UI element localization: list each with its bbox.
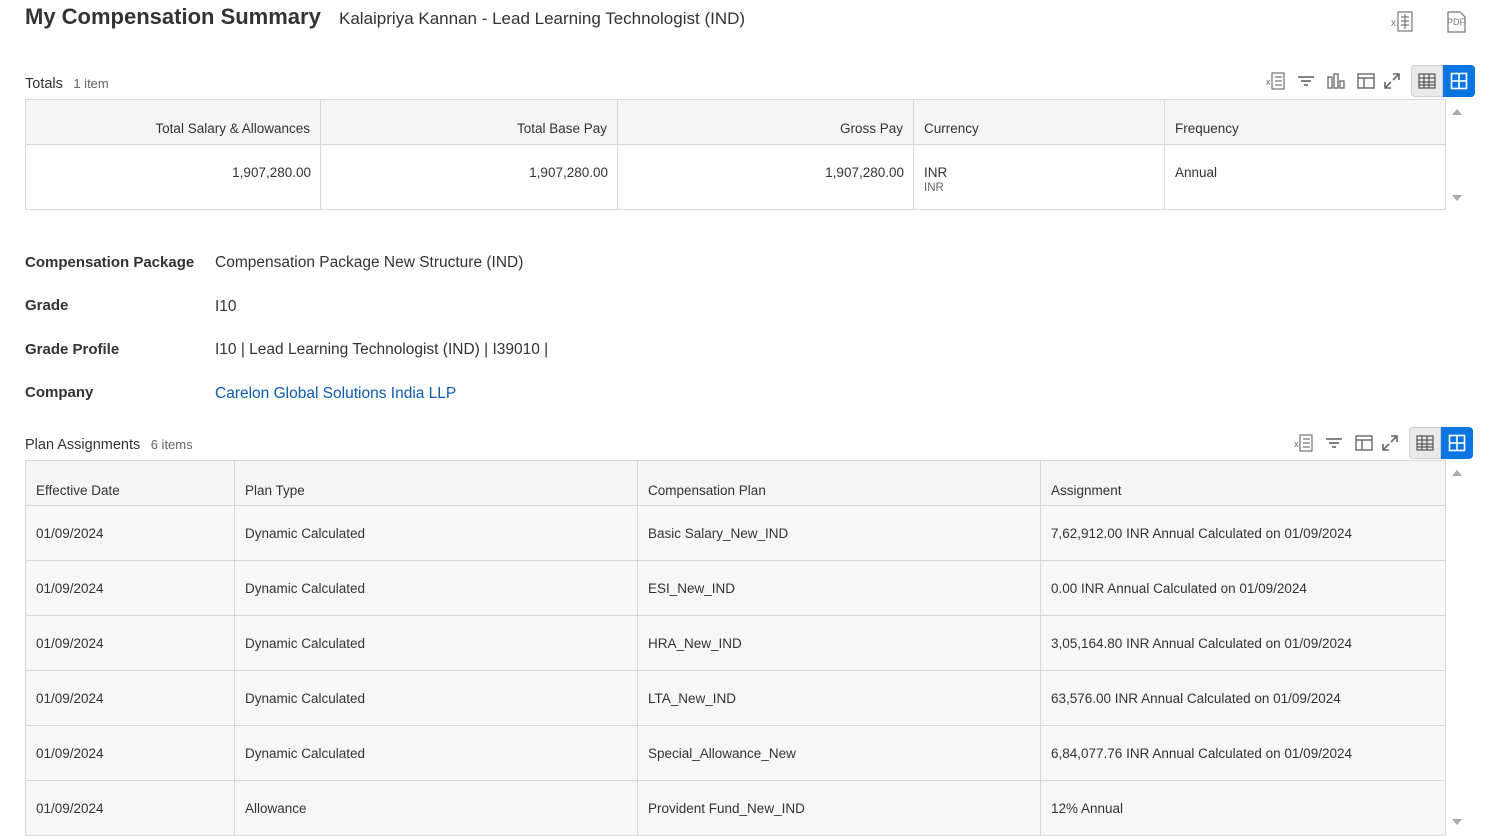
compensation-plan-cell: Provident Fund_New_IND — [637, 780, 1041, 836]
company-label: Company — [25, 384, 94, 401]
assignment-cell: 63,576.00 INR Annual Calculated on 01/09… — [1040, 670, 1446, 726]
currency-value: INR — [924, 165, 948, 180]
column-header[interactable]: Total Base Pay — [320, 99, 618, 145]
svg-text:x: x — [1266, 77, 1271, 87]
compensation-plan-cell: HRA_New_IND — [637, 615, 1041, 671]
svg-text:x: x — [1294, 439, 1299, 449]
pdf-export-icon[interactable]: PDF — [1443, 9, 1469, 35]
assignment-cell: 12% Annual — [1040, 780, 1446, 836]
page-title: My Compensation Summary — [25, 4, 321, 29]
excel-export-icon[interactable]: x — [1390, 9, 1416, 35]
grid-view-icon[interactable] — [1441, 427, 1473, 459]
totals-title: Totals — [25, 76, 63, 92]
plan-assignments-table: Effective Date Plan Type Compensation Pl… — [25, 460, 1446, 836]
fullscreen-icon[interactable] — [1377, 431, 1403, 455]
column-header[interactable]: Gross Pay — [617, 99, 914, 145]
plan-type-cell: Dynamic Calculated — [234, 670, 638, 726]
fullscreen-icon[interactable] — [1379, 69, 1405, 93]
view-toggle — [1409, 427, 1473, 459]
effective-date-cell: 01/09/2024 — [25, 615, 235, 671]
plan-assignments-count: 6 items — [150, 437, 193, 452]
effective-date-cell: 01/09/2024 — [25, 670, 235, 726]
column-header[interactable]: Effective Date — [25, 460, 235, 506]
effective-date-cell: 01/09/2024 — [25, 725, 235, 781]
compensation-package-value: Compensation Package New Structure (IND) — [215, 254, 524, 271]
table-row: 01/09/2024 Allowance Provident Fund_New_… — [25, 780, 1446, 836]
scroll-down-icon[interactable] — [1452, 819, 1462, 825]
plan-assignments-header: Plan Assignments 6 items — [25, 436, 193, 454]
column-header[interactable]: Frequency — [1164, 99, 1446, 145]
plan-type-cell: Dynamic Calculated — [234, 505, 638, 561]
table-row: 01/09/2024 Dynamic Calculated HRA_New_IN… — [25, 615, 1446, 671]
totals-scrollbar[interactable] — [1444, 99, 1470, 211]
column-header[interactable]: Currency — [913, 99, 1165, 145]
svg-text:x: x — [1391, 18, 1396, 29]
table-row: 01/09/2024 Dynamic Calculated Special_Al… — [25, 725, 1446, 781]
total-base-pay-cell: 1,907,280.00 — [320, 144, 618, 210]
effective-date-cell: 01/09/2024 — [25, 560, 235, 616]
compensation-plan-cell: ESI_New_IND — [637, 560, 1041, 616]
grade-profile-label: Grade Profile — [25, 341, 120, 358]
gross-pay-cell: 1,907,280.00 — [617, 144, 914, 210]
column-layout-icon[interactable] — [1351, 431, 1377, 455]
column-header[interactable]: Total Salary & Allowances — [25, 99, 321, 145]
compensation-package-label: Compensation Package — [25, 254, 195, 271]
scroll-up-icon[interactable] — [1452, 109, 1462, 115]
assignment-cell: 0.00 INR Annual Calculated on 01/09/2024 — [1040, 560, 1446, 616]
plan-type-cell: Allowance — [234, 780, 638, 836]
assignment-cell: 3,05,164.80 INR Annual Calculated on 01/… — [1040, 615, 1446, 671]
table-row: 01/09/2024 Dynamic Calculated ESI_New_IN… — [25, 560, 1446, 616]
excel-export-icon[interactable]: x — [1291, 431, 1317, 455]
chart-icon[interactable] — [1323, 69, 1349, 93]
grade-profile-value: I10 | Lead Learning Technologist (IND) |… — [215, 341, 549, 358]
plan-type-cell: Dynamic Calculated — [234, 725, 638, 781]
column-header[interactable]: Compensation Plan — [637, 460, 1041, 506]
totals-header: Totals 1 item — [25, 75, 109, 93]
worker-subtitle: Kalaipriya Kannan - Lead Learning Techno… — [339, 9, 746, 28]
company-link[interactable]: Carelon Global Solutions India LLP — [215, 385, 456, 403]
view-toggle — [1411, 65, 1475, 97]
plans-scrollbar[interactable] — [1444, 460, 1470, 825]
filter-icon[interactable] — [1321, 431, 1347, 455]
totals-count: 1 item — [73, 76, 109, 91]
compensation-plan-cell: Basic Salary_New_IND — [637, 505, 1041, 561]
effective-date-cell: 01/09/2024 — [25, 505, 235, 561]
excel-export-icon[interactable]: x — [1263, 69, 1289, 93]
column-header[interactable]: Assignment — [1040, 460, 1446, 506]
table-row: 1,907,280.00 1,907,280.00 1,907,280.00 I… — [25, 144, 1446, 210]
compensation-plan-cell: Special_Allowance_New — [637, 725, 1041, 781]
grade-value: I10 — [215, 298, 237, 315]
filter-icon[interactable] — [1293, 69, 1319, 93]
column-layout-icon[interactable] — [1353, 69, 1379, 93]
total-salary-cell: 1,907,280.00 — [25, 144, 321, 210]
table-view-icon[interactable] — [1409, 427, 1441, 459]
grade-label: Grade — [25, 297, 69, 314]
pdf-label: PDF — [1447, 17, 1465, 27]
frequency-cell: Annual — [1164, 144, 1446, 210]
totals-table: Total Salary & Allowances Total Base Pay… — [25, 99, 1446, 210]
plan-type-cell: Dynamic Calculated — [234, 615, 638, 671]
table-row: 01/09/2024 Dynamic Calculated LTA_New_IN… — [25, 670, 1446, 726]
compensation-plan-cell: LTA_New_IND — [637, 670, 1041, 726]
plans-toolbar: x — [1291, 427, 1473, 459]
scroll-down-icon[interactable] — [1452, 195, 1462, 201]
grid-view-icon[interactable] — [1443, 65, 1475, 97]
currency-sub-value: INR — [924, 182, 944, 194]
column-header[interactable]: Plan Type — [234, 460, 638, 506]
table-row: 01/09/2024 Dynamic Calculated Basic Sala… — [25, 505, 1446, 561]
table-view-icon[interactable] — [1411, 65, 1443, 97]
assignment-cell: 7,62,912.00 INR Annual Calculated on 01/… — [1040, 505, 1446, 561]
plan-assignments-title: Plan Assignments — [25, 437, 141, 453]
totals-toolbar: x — [1263, 65, 1475, 97]
plan-type-cell: Dynamic Calculated — [234, 560, 638, 616]
currency-cell: INR INR — [913, 144, 1165, 210]
assignment-cell: 6,84,077.76 INR Annual Calculated on 01/… — [1040, 725, 1446, 781]
scroll-up-icon[interactable] — [1452, 470, 1462, 476]
effective-date-cell: 01/09/2024 — [25, 780, 235, 836]
